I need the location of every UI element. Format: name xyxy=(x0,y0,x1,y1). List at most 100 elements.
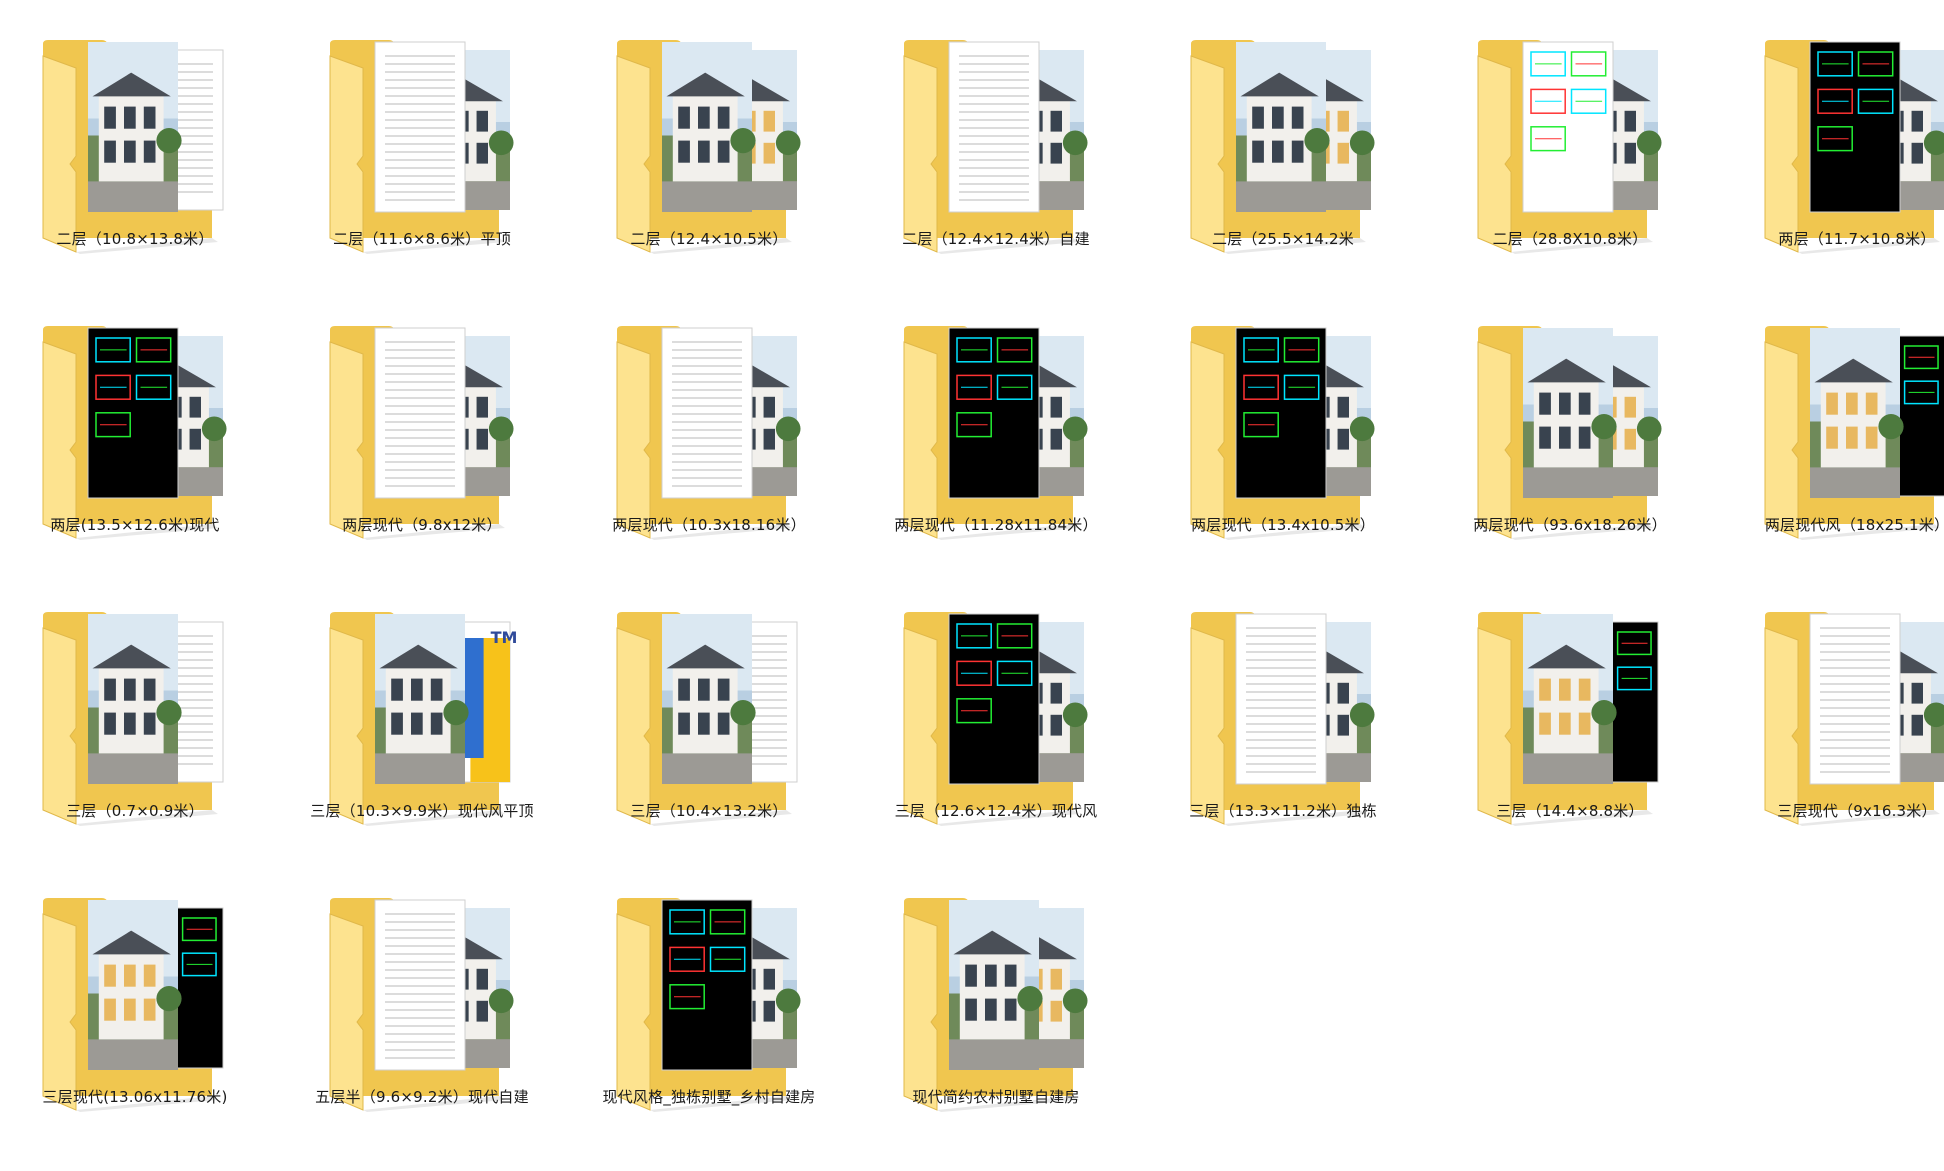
folder-icon xyxy=(903,612,1088,826)
folder-item[interactable]: 现代简约农村别墅自建房 xyxy=(866,858,1126,1138)
folder-name: 三层现代(13.06x11.76米) xyxy=(42,1088,228,1106)
folder-front-flap xyxy=(616,341,651,539)
folder-icon xyxy=(616,40,801,254)
brochure-mark-text: TM xyxy=(491,628,517,647)
document-preview xyxy=(1235,613,1327,785)
cad-drawing-preview xyxy=(1809,41,1901,213)
folder-icon xyxy=(42,326,227,540)
folder-item[interactable]: 两层现代（11.28x11.84米） xyxy=(866,286,1126,566)
folder-name: 两层现代（10.3x18.16米） xyxy=(612,516,806,534)
folder-name: 二层（12.4×12.4米）自建 xyxy=(902,230,1090,248)
photo-preview xyxy=(375,614,469,784)
folder-icon xyxy=(42,898,224,1112)
folder-name: 两层现代（9.8x12米） xyxy=(342,516,502,534)
folder-front-flap xyxy=(42,341,77,539)
folder-item[interactable]: 两层(13.5×12.6米)现代 xyxy=(5,286,265,566)
folder-name: 两层现代（11.28x11.84米） xyxy=(894,516,1098,534)
cad-drawing-preview xyxy=(661,899,753,1071)
folder-item[interactable]: 两层现代风（18x25.1米） xyxy=(1727,286,1944,566)
folder-item[interactable]: 三层（13.3×11.2米）独栋 xyxy=(1153,572,1413,852)
folder-name: 二层（11.6×8.6米）平顶 xyxy=(333,230,511,248)
folder-item[interactable]: 二层（12.4×12.4米）自建 xyxy=(866,0,1126,280)
folder-front-flap xyxy=(1190,627,1225,825)
folder-item[interactable]: 三层（0.7×0.9米） xyxy=(5,572,265,852)
folder-icon xyxy=(42,40,224,254)
folder-name: 三层（0.7×0.9米） xyxy=(66,802,204,820)
cad-drawing-preview xyxy=(1522,41,1614,213)
folder-item[interactable]: 二层（25.5×14.2米 xyxy=(1153,0,1413,280)
folder-item[interactable]: 两层现代（9.8x12米） xyxy=(292,286,552,566)
folder-icon xyxy=(1764,326,1944,540)
folder-name: 三层（13.3×11.2米）独栋 xyxy=(1189,802,1377,820)
folder-item[interactable]: 现代风格_独栋别墅_乡村自建房 xyxy=(579,858,839,1138)
cad-drawing-preview xyxy=(948,613,1040,785)
folder-item[interactable]: 三层（12.6×12.4米）现代风 xyxy=(866,572,1126,852)
folder-name: 两层（11.7×10.8米） xyxy=(1778,230,1936,248)
document-preview xyxy=(1809,613,1901,785)
folder-front-flap xyxy=(329,627,364,825)
folder-name: 现代风格_独栋别墅_乡村自建房 xyxy=(602,1088,816,1106)
document-preview xyxy=(374,899,466,1071)
folder-icon xyxy=(42,612,224,826)
folder-front-flap xyxy=(1477,627,1512,825)
folder-front-flap xyxy=(903,913,938,1111)
folder-item[interactable]: 二层（10.8×13.8米） xyxy=(5,0,265,280)
photo-preview xyxy=(88,614,182,784)
folder-icon xyxy=(1764,612,1944,826)
folder-grid: 二层（10.8×13.8米） 二层（11.6×8.6米）平顶 二层（12.4×1… xyxy=(0,0,1944,1171)
photo-preview xyxy=(1236,42,1330,212)
folder-item[interactable]: 三层（14.4×8.8米） xyxy=(1440,572,1700,852)
folder-icon xyxy=(903,40,1088,254)
folder-name: 两层现代风（18x25.1米） xyxy=(1764,516,1944,534)
folder-name: 两层现代（13.4x10.5米） xyxy=(1191,516,1375,534)
folder-front-flap xyxy=(1190,341,1225,539)
folder-icon xyxy=(903,898,1088,1112)
photo-preview xyxy=(1810,328,1904,498)
folder-item[interactable]: 二层（11.6×8.6米）平顶 xyxy=(292,0,552,280)
photo-preview xyxy=(1523,328,1617,498)
folder-front-flap xyxy=(1764,341,1799,539)
folder-icon xyxy=(1190,326,1375,540)
folder-name: 三层现代（9x16.3米） xyxy=(1777,802,1937,820)
photo-preview xyxy=(662,42,756,212)
folder-front-flap xyxy=(1477,341,1512,539)
folder-item[interactable]: 两层现代（13.4x10.5米） xyxy=(1153,286,1413,566)
photo-preview xyxy=(88,900,182,1070)
folder-item[interactable]: 五层半（9.6×9.2米）现代自建 xyxy=(292,858,552,1138)
folder-name: 现代简约农村别墅自建房 xyxy=(912,1088,1080,1106)
folder-icon xyxy=(329,40,514,254)
photo-preview xyxy=(1523,614,1617,784)
document-preview xyxy=(948,41,1040,213)
folder-icon xyxy=(329,898,514,1112)
folder-front-flap xyxy=(42,55,77,253)
folder-item[interactable]: 两层现代（93.6x18.26米） xyxy=(1440,286,1700,566)
folder-icon xyxy=(1190,612,1375,826)
folder-icon xyxy=(1764,40,1944,254)
folder-icon xyxy=(616,898,801,1112)
photo-preview xyxy=(88,42,182,212)
folder-item[interactable]: 两层现代（10.3x18.16米） xyxy=(579,286,839,566)
photo-preview xyxy=(949,900,1043,1070)
folder-front-flap xyxy=(42,913,77,1111)
folder-name: 二层（25.5×14.2米 xyxy=(1212,230,1354,248)
folder-front-flap xyxy=(42,627,77,825)
folder-front-flap xyxy=(616,913,651,1111)
document-preview xyxy=(374,41,466,213)
folder-icon xyxy=(1477,40,1662,254)
folder-icon xyxy=(903,326,1088,540)
folder-item[interactable]: 三层现代（9x16.3米） xyxy=(1727,572,1944,852)
folder-item[interactable]: 三层（10.4×13.2米） xyxy=(579,572,839,852)
folder-item[interactable]: 两层（11.7×10.8米） xyxy=(1727,0,1944,280)
folder-item[interactable]: TM 三层（10.3×9.9米）现代风平顶 xyxy=(292,572,552,852)
folder-icon xyxy=(616,612,798,826)
folder-icon xyxy=(616,326,801,540)
folder-item[interactable]: 二层（28.8X10.8米） xyxy=(1440,0,1700,280)
folder-icon xyxy=(1477,326,1662,540)
folder-name: 五层半（9.6×9.2米）现代自建 xyxy=(315,1088,529,1106)
folder-item[interactable]: 三层现代(13.06x11.76米) xyxy=(5,858,265,1138)
folder-name: 两层现代（93.6x18.26米） xyxy=(1473,516,1667,534)
document-preview xyxy=(661,327,753,499)
folder-name: 三层（12.6×12.4米）现代风 xyxy=(894,802,1098,820)
folder-item[interactable]: 二层（12.4×10.5米） xyxy=(579,0,839,280)
folder-name: 三层（10.3×9.9米）现代风平顶 xyxy=(310,802,534,820)
